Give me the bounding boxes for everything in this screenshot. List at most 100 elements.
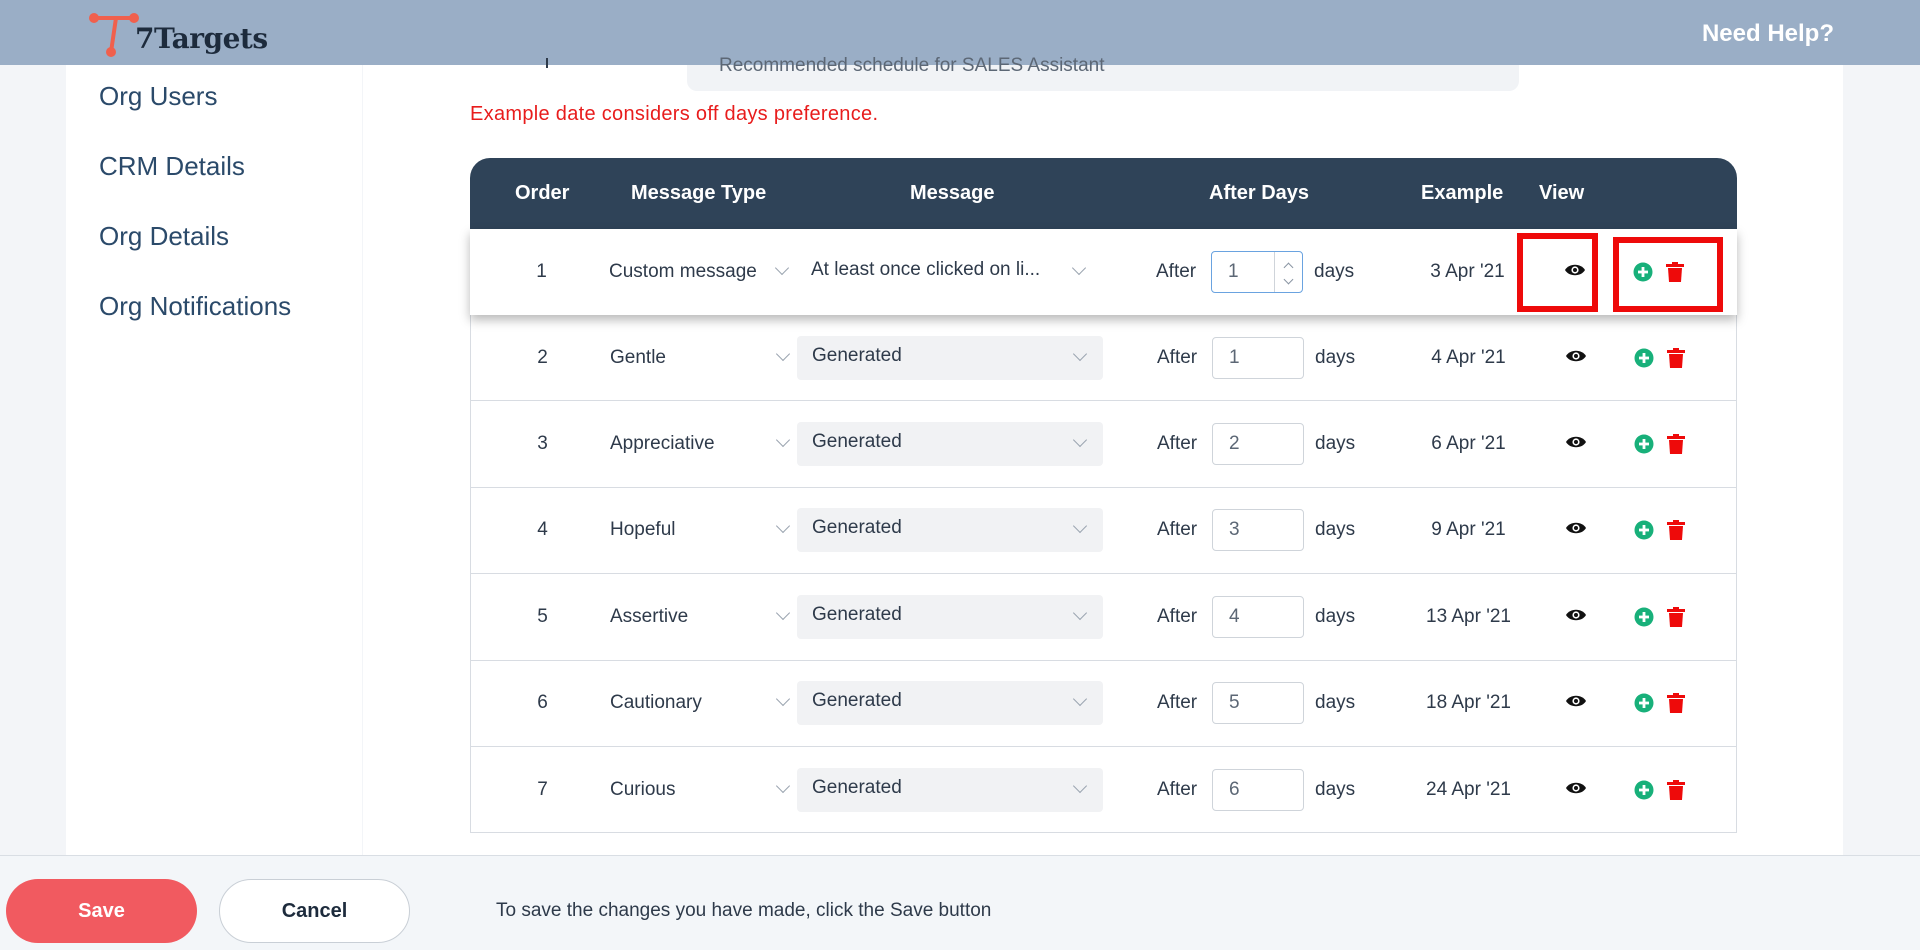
delete-step-button[interactable] <box>1667 606 1685 627</box>
header-message-type: Message Type <box>631 182 767 204</box>
schedule-selector[interactable]: Recommended schedule for SALES Assistant <box>687 55 1519 91</box>
row-order: 2 <box>537 346 548 368</box>
sidebar-item-org-users[interactable]: Org Users <box>99 81 217 112</box>
days-label: days <box>1315 519 1356 541</box>
table-row: 5 Assertive Generated After 4 days 13 Apr '21 <box>470 574 1737 661</box>
delete-step-button[interactable] <box>1667 779 1685 800</box>
view-message-button[interactable] <box>1551 519 1601 541</box>
message-select[interactable]: Generated <box>797 767 1103 812</box>
add-circle-icon <box>1634 693 1654 713</box>
after-days-input[interactable]: 2 <box>1212 423 1304 466</box>
example-date: 24 Apr '21 <box>1426 778 1511 800</box>
delete-step-button[interactable] <box>1667 434 1685 455</box>
chevron-down-icon <box>1072 433 1088 448</box>
after-label: After <box>1157 605 1198 627</box>
after-days-value: 5 <box>1229 692 1240 714</box>
add-step-button[interactable] <box>1634 693 1654 713</box>
chevron-down-icon <box>775 692 791 707</box>
delete-step-button[interactable] <box>1667 520 1685 541</box>
after-label: After <box>1157 519 1198 541</box>
message-select[interactable]: Generated <box>797 335 1103 380</box>
message-type-select[interactable]: Gentle <box>610 346 791 369</box>
message-type-select[interactable]: Assertive <box>610 605 791 628</box>
message-type-select[interactable]: Cautionary <box>610 692 791 714</box>
add-circle-icon <box>1634 607 1654 627</box>
after-label: After <box>1157 692 1198 714</box>
delete-step-button[interactable] <box>1667 693 1685 714</box>
message-type-select[interactable]: Hopeful <box>610 519 791 541</box>
trash-icon <box>1667 779 1685 800</box>
chevron-down-icon <box>1072 519 1088 534</box>
after-days-value: 1 <box>1228 261 1239 282</box>
need-help-link[interactable]: Need Help? <box>1702 20 1834 48</box>
chevron-down-icon <box>1072 605 1088 620</box>
view-message-button[interactable] <box>1551 779 1601 801</box>
message-value: Generated <box>812 517 902 539</box>
example-date: 13 Apr '21 <box>1426 605 1511 627</box>
sidebar-item-crm-details[interactable]: CRM Details <box>99 151 245 182</box>
add-step-button[interactable] <box>1634 434 1654 454</box>
message-select[interactable]: Generated <box>797 594 1103 639</box>
save-button[interactable]: Save <box>6 879 197 943</box>
message-value: Generated <box>812 431 902 453</box>
row-order: 7 <box>537 778 548 800</box>
after-days-input[interactable]: 6 <box>1212 768 1304 811</box>
message-select[interactable]: Generated <box>797 681 1103 726</box>
message-type-value: Custom message <box>609 261 757 282</box>
message-type-value: Hopeful <box>610 519 676 541</box>
after-days-input[interactable]: 3 <box>1212 509 1304 552</box>
sidebar-item-org-details[interactable]: Org Details <box>99 221 229 252</box>
number-spinner[interactable] <box>1274 252 1302 292</box>
view-message-button[interactable] <box>1551 606 1601 628</box>
view-message-button[interactable] <box>1551 347 1601 369</box>
trash-icon <box>1667 693 1685 714</box>
message-select[interactable]: At least once clicked on li... <box>796 250 1102 294</box>
delete-step-button[interactable] <box>1667 347 1685 368</box>
message-type-select[interactable]: Appreciative <box>610 433 791 455</box>
message-value: Generated <box>812 776 902 798</box>
days-label: days <box>1315 692 1356 714</box>
message-type-select[interactable]: Custom message <box>609 260 790 283</box>
trash-icon <box>1667 347 1685 368</box>
eye-icon <box>1565 779 1587 800</box>
after-days-value: 3 <box>1229 519 1240 541</box>
sidebar-item-org-notifications[interactable]: Org Notifications <box>99 291 291 322</box>
eye-icon <box>1565 692 1587 713</box>
view-message-button[interactable] <box>1551 692 1601 714</box>
add-circle-icon <box>1634 780 1654 800</box>
example-date: 4 Apr '21 <box>1431 346 1506 368</box>
example-date: 3 Apr '21 <box>1430 261 1505 282</box>
add-step-button[interactable] <box>1634 780 1654 800</box>
days-label: days <box>1315 605 1356 627</box>
add-step-button[interactable] <box>1634 520 1654 540</box>
view-message-button[interactable] <box>1551 433 1601 455</box>
row-order: 6 <box>537 692 548 714</box>
after-days-input[interactable]: 1 <box>1212 336 1304 379</box>
table-row: 2 Gentle Generated After 1 days 4 Apr '21 <box>470 315 1737 402</box>
chevron-down-icon <box>1072 692 1088 707</box>
app-name: 7Targets <box>135 22 268 55</box>
after-days-input[interactable]: 4 <box>1212 595 1304 638</box>
chevron-down-icon <box>775 519 791 534</box>
eye-icon <box>1565 433 1587 454</box>
add-step-button[interactable] <box>1634 607 1654 627</box>
after-days-value: 4 <box>1229 605 1240 627</box>
row-order: 5 <box>537 605 548 627</box>
after-days-input[interactable]: 1 <box>1211 251 1303 293</box>
off-days-warning: Example date considers off days preferen… <box>470 103 879 125</box>
table-header: Order Message Type Message After Days Ex… <box>470 158 1737 229</box>
message-select[interactable]: Generated <box>797 508 1103 553</box>
add-circle-icon <box>1634 434 1654 454</box>
after-days-input[interactable]: 5 <box>1212 682 1304 725</box>
add-step-button[interactable] <box>1634 348 1654 368</box>
scrolled-order-indicator <box>546 58 548 68</box>
trash-icon <box>1667 606 1685 627</box>
after-days-value: 1 <box>1229 346 1240 368</box>
chevron-down-icon <box>1072 778 1088 793</box>
message-select[interactable]: Generated <box>797 422 1103 467</box>
add-circle-icon <box>1634 520 1654 540</box>
add-circle-icon <box>1634 348 1654 368</box>
message-type-select[interactable]: Curious <box>610 778 791 801</box>
chevron-down-icon <box>1072 346 1088 361</box>
cancel-button[interactable]: Cancel <box>219 879 410 943</box>
